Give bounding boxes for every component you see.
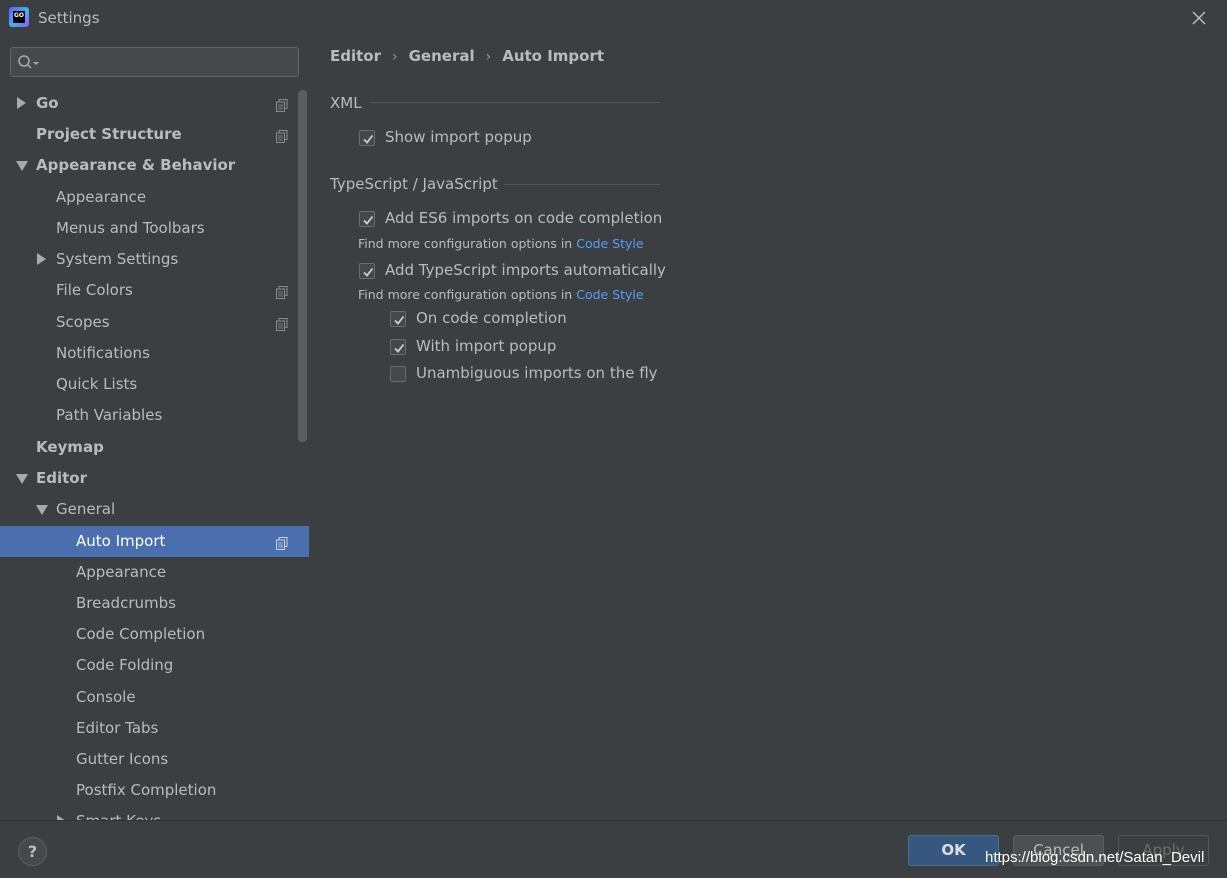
- sidebar-item-go[interactable]: Go: [0, 88, 309, 119]
- hint-text: Find more configuration options in: [358, 236, 577, 251]
- help-button[interactable]: ?: [18, 837, 47, 866]
- search-icon: [17, 54, 41, 72]
- code-style-link[interactable]: Code Style: [576, 287, 643, 302]
- section-divider: [504, 184, 660, 185]
- checkbox-label: Add ES6 imports on code completion: [385, 209, 663, 227]
- breadcrumb-item-auto-import: Auto Import: [502, 47, 605, 65]
- project-settings-copy-icon: [276, 128, 288, 143]
- checkbox-label: Unambiguous imports on the fly: [416, 364, 658, 382]
- window-title: Settings: [38, 9, 100, 27]
- sidebar-item-menus-and-toolbars[interactable]: Menus and Toolbars: [0, 213, 309, 244]
- checkbox-checked[interactable]: [390, 339, 406, 355]
- project-settings-copy-icon: [276, 316, 288, 331]
- sidebar-item-label: Appearance & Behavior: [36, 156, 236, 174]
- sidebar-item-label: Code Completion: [76, 625, 206, 643]
- checkbox-checked[interactable]: [390, 311, 406, 327]
- sidebar-item-label: Breadcrumbs: [76, 594, 176, 612]
- section-divider: [370, 102, 660, 103]
- sidebar-item-console[interactable]: Console: [0, 682, 309, 713]
- sidebar-item-appearance-behavior[interactable]: Appearance & Behavior: [0, 150, 309, 181]
- sidebar-item-label: Quick Lists: [56, 375, 138, 393]
- sidebar-item-label: File Colors: [56, 281, 133, 299]
- sidebar-item-appearance[interactable]: Appearance: [0, 557, 309, 588]
- sidebar-item-label: Appearance: [76, 563, 167, 581]
- breadcrumb: Editor › General › Auto Import: [330, 47, 604, 65]
- project-settings-copy-icon: [276, 535, 288, 550]
- close-icon[interactable]: [1189, 8, 1209, 28]
- sidebar-item-label: Console: [76, 688, 136, 706]
- expand-arrow-down-icon[interactable]: [36, 505, 48, 515]
- expand-arrow-down-icon[interactable]: [16, 161, 28, 171]
- config-hint-es6: Find more configuration options in Code …: [358, 236, 644, 251]
- sidebar-item-label: Appearance: [56, 188, 147, 206]
- section-title-xml: XML: [330, 94, 362, 112]
- sidebar-item-scopes[interactable]: Scopes: [0, 307, 309, 338]
- expand-arrow-right-icon[interactable]: [37, 253, 46, 265]
- sidebar-item-label: General: [56, 500, 116, 518]
- sidebar-item-project-structure[interactable]: Project Structure: [0, 119, 309, 150]
- settings-content: Editor › General › Auto Import XML Show impo…: [309, 36, 1227, 820]
- goland-logo-icon: GO: [9, 7, 29, 27]
- hint-text: Find more configuration options in: [358, 287, 577, 302]
- sidebar-item-label: Postfix Completion: [76, 781, 217, 799]
- sidebar-item-label: Editor Tabs: [76, 719, 159, 737]
- sidebar-item-label: Smart Keys: [76, 812, 161, 820]
- watermark-text: https://blog.csdn.net/Satan_Devil: [985, 849, 1205, 866]
- sidebar-item-postfix-completion[interactable]: Postfix Completion: [0, 775, 309, 806]
- search-box[interactable]: [10, 47, 299, 77]
- checkbox-label: Show import popup: [385, 128, 532, 146]
- breadcrumb-item-editor: Editor: [330, 47, 381, 65]
- dialog-footer: ? OK Cancel Apply https://blog.csdn.net/…: [0, 820, 1227, 878]
- sidebar-item-label: Editor: [36, 469, 87, 487]
- sidebar-item-general[interactable]: General: [0, 494, 309, 525]
- sidebar-item-label: Go: [36, 94, 59, 112]
- sidebar-item-quick-lists[interactable]: Quick Lists: [0, 369, 309, 400]
- sidebar-scrollbar[interactable]: [298, 90, 307, 442]
- sidebar-item-label: System Settings: [56, 250, 179, 268]
- code-style-link[interactable]: Code Style: [576, 236, 643, 251]
- sidebar-item-label: Gutter Icons: [76, 750, 169, 768]
- sidebar-item-keymap[interactable]: Keymap: [0, 432, 309, 463]
- checkbox-label: Add TypeScript imports automatically: [385, 261, 666, 279]
- sidebar-item-label: Project Structure: [36, 125, 182, 143]
- sidebar-item-breadcrumbs[interactable]: Breadcrumbs: [0, 588, 309, 619]
- sidebar-item-file-colors[interactable]: File Colors: [0, 275, 309, 306]
- project-settings-copy-icon: [276, 97, 288, 112]
- settings-sidebar: Go Project Structure Appearance & Behavior…: [0, 36, 309, 820]
- chevron-right-icon: ›: [392, 49, 398, 65]
- project-settings-copy-icon: [276, 284, 288, 299]
- sidebar-item-label: Scopes: [56, 313, 110, 331]
- checkbox-label: With import popup: [416, 337, 557, 355]
- sidebar-item-smart-keys[interactable]: Smart Keys: [0, 806, 309, 820]
- sidebar-item-auto-import[interactable]: Auto Import: [0, 526, 309, 557]
- checkbox-unchecked[interactable]: [390, 366, 406, 382]
- config-hint-typescript: Find more configuration options in Code …: [358, 287, 644, 302]
- section-title-typescript: TypeScript / JavaScript: [330, 175, 498, 193]
- sidebar-item-label: Path Variables: [56, 406, 163, 424]
- expand-arrow-right-icon[interactable]: [17, 97, 26, 109]
- sidebar-item-notifications[interactable]: Notifications: [0, 338, 309, 369]
- sidebar-item-editor[interactable]: Editor: [0, 463, 309, 494]
- search-input[interactable]: [45, 52, 290, 72]
- sidebar-item-code-completion[interactable]: Code Completion: [0, 619, 309, 650]
- sidebar-item-editor-tabs[interactable]: Editor Tabs: [0, 713, 309, 744]
- expand-arrow-down-icon[interactable]: [16, 474, 28, 484]
- checkbox-checked[interactable]: [359, 130, 375, 146]
- sidebar-item-label: Keymap: [36, 438, 104, 456]
- sidebar-item-label: Notifications: [56, 344, 150, 362]
- chevron-right-icon: ›: [485, 49, 492, 65]
- sidebar-item-path-variables[interactable]: Path Variables: [0, 400, 309, 431]
- title-bar: GO Settings: [0, 0, 1227, 36]
- checkbox-checked[interactable]: [359, 211, 375, 227]
- checkbox-label: On code completion: [416, 309, 567, 327]
- sidebar-item-label: Menus and Toolbars: [56, 219, 205, 237]
- checkbox-checked[interactable]: [359, 263, 375, 279]
- sidebar-item-system-settings[interactable]: System Settings: [0, 244, 309, 275]
- sidebar-item-appearance[interactable]: Appearance: [0, 182, 309, 213]
- breadcrumb-item-general: General: [408, 47, 475, 65]
- sidebar-item-code-folding[interactable]: Code Folding: [0, 650, 309, 681]
- sidebar-item-label: Auto Import: [76, 532, 166, 550]
- sidebar-item-label: Code Folding: [76, 656, 174, 674]
- sidebar-item-gutter-icons[interactable]: Gutter Icons: [0, 744, 309, 775]
